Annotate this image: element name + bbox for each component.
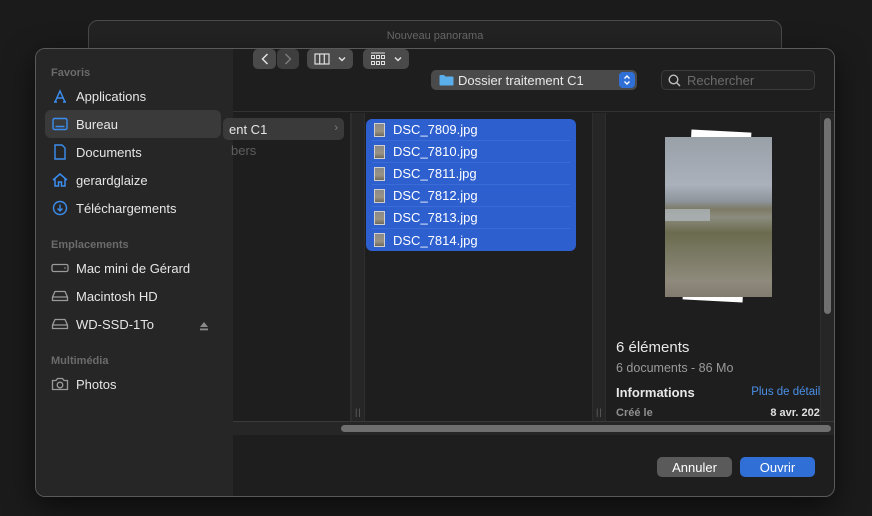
image-file-icon	[374, 166, 385, 181]
created-value: 8 avr. 2024	[770, 407, 826, 419]
sidebar-item-label: Téléchargements	[76, 200, 177, 216]
preview-pane: 6 éléments 6 documents - 86 Mo Informati…	[606, 113, 834, 421]
file-row[interactable]: DSC_7812.jpg	[372, 185, 570, 207]
vertical-scroll-thumb[interactable]	[824, 118, 831, 314]
chevron-right-icon: ›	[334, 122, 338, 134]
chevron-down-icon	[338, 56, 346, 62]
computer-icon	[51, 259, 69, 277]
image-file-icon	[374, 144, 385, 159]
sidebar-item-label: Bureau	[76, 116, 118, 132]
cancel-button[interactable]: Annuler	[657, 457, 732, 477]
path-popup-button[interactable]: Dossier traitement C1	[431, 70, 637, 90]
file-name: DSC_7809.jpg	[393, 122, 478, 137]
grid-group-icon	[371, 52, 385, 65]
sidebar-section-multimedia: Multimédia	[51, 355, 109, 367]
download-icon	[51, 199, 69, 217]
sidebar-item-label: WD-SSD-1To	[76, 316, 155, 332]
image-file-icon	[374, 188, 385, 203]
sidebar-item-applications[interactable]: Applications	[45, 82, 221, 110]
created-label: Créé le	[616, 407, 653, 419]
drive-icon	[51, 287, 69, 305]
search-input[interactable]	[687, 72, 807, 88]
sidebar-item-documents[interactable]: Documents	[45, 138, 221, 166]
drive-icon	[51, 315, 69, 333]
camera-icon	[51, 375, 69, 393]
background-window-title: Nouveau panorama	[386, 30, 484, 42]
eject-icon[interactable]	[199, 318, 209, 336]
back-button[interactable]	[253, 49, 276, 69]
sidebar-item-label: Macintosh HD	[76, 288, 158, 304]
image-file-icon	[374, 122, 385, 137]
preview-subtitle: 6 documents - 86 Mo	[616, 361, 734, 375]
preview-thumbnail-stack	[663, 129, 773, 303]
applications-icon	[51, 87, 69, 105]
sidebar-item-macintosh-hd[interactable]: Macintosh HD	[45, 282, 221, 310]
folder-row-label: ent C1	[229, 121, 268, 137]
file-name: DSC_7812.jpg	[393, 188, 478, 203]
file-name: DSC_7813.jpg	[393, 210, 478, 225]
chevron-right-icon	[284, 53, 292, 65]
sidebar-item-bureau[interactable]: Bureau	[45, 110, 221, 138]
preview-title: 6 éléments	[616, 339, 690, 356]
file-name: DSC_7814.jpg	[393, 232, 478, 248]
file-name: DSC_7810.jpg	[393, 144, 478, 159]
sidebar-item-label: Applications	[76, 88, 147, 104]
sidebar-item-mac-mini[interactable]: Mac mini de Gérard	[45, 254, 221, 282]
file-row[interactable]: DSC_7809.jpg	[372, 119, 570, 141]
horizontal-scrollbar[interactable]	[233, 421, 834, 435]
toolbar: Dossier traitement C1	[233, 49, 834, 112]
up-down-chevron-icon	[619, 72, 635, 88]
sidebar: Favoris Applications Bureau Documents ge…	[36, 49, 233, 496]
file-row[interactable]: DSC_7813.jpg	[372, 207, 570, 229]
sidebar-item-label: Documents	[76, 144, 142, 160]
sidebar-item-wd-ssd[interactable]: WD-SSD-1To	[45, 310, 221, 338]
sidebar-section-favoris: Favoris	[51, 67, 91, 79]
sidebar-item-label: Photos	[76, 376, 117, 392]
sidebar-item-label: gerardglaize	[76, 172, 148, 188]
home-icon	[51, 171, 69, 189]
chevron-left-icon	[260, 53, 268, 65]
column-parent: ent C1 › bers	[223, 113, 351, 421]
image-file-icon	[374, 210, 385, 225]
image-file-icon	[374, 233, 385, 247]
column-resize-handle[interactable]: ||	[592, 113, 606, 421]
desktop-icon	[51, 115, 69, 133]
open-file-dialog: Favoris Applications Bureau Documents ge…	[35, 48, 835, 497]
folder-row-selected[interactable]: ent C1 ›	[223, 118, 344, 140]
column-resize-handle[interactable]: ||	[351, 113, 365, 421]
file-list: DSC_7809.jpg DSC_7810.jpg DSC_7811.jpg D…	[366, 119, 576, 251]
document-icon	[51, 143, 69, 161]
chevron-down-icon	[394, 56, 402, 62]
more-details-link[interactable]: Plus de détails	[751, 386, 826, 398]
forward-button[interactable]	[277, 49, 299, 69]
horizontal-scroll-thumb[interactable]	[341, 425, 831, 432]
file-row[interactable]: DSC_7814.jpg	[372, 229, 570, 251]
grip-icon: ||	[355, 407, 362, 417]
sidebar-item-photos[interactable]: Photos	[45, 370, 221, 398]
path-label: Dossier traitement C1	[458, 72, 584, 88]
folder-row[interactable]: bers	[231, 143, 256, 158]
file-name: DSC_7811.jpg	[393, 166, 477, 181]
sidebar-section-emplacements: Emplacements	[51, 239, 129, 251]
file-row[interactable]: DSC_7811.jpg	[372, 163, 570, 185]
sidebar-item-downloads[interactable]: Téléchargements	[45, 194, 221, 222]
open-button[interactable]: Ouvrir	[740, 457, 815, 477]
info-heading: Informations	[616, 385, 695, 400]
column-browser: ent C1 › bers || DSC_7809.jpg DSC_7810.j…	[223, 113, 834, 421]
file-row[interactable]: DSC_7810.jpg	[372, 141, 570, 163]
search-field[interactable]	[661, 70, 815, 90]
group-button[interactable]	[363, 49, 409, 69]
sidebar-item-home[interactable]: gerardglaize	[45, 166, 221, 194]
column-files: DSC_7809.jpg DSC_7810.jpg DSC_7811.jpg D…	[366, 113, 592, 421]
folder-icon	[439, 74, 454, 86]
vertical-scrollbar[interactable]	[820, 113, 834, 421]
search-icon	[668, 73, 681, 87]
grip-icon: ||	[596, 407, 603, 417]
columns-view-icon	[314, 53, 330, 65]
sidebar-item-label: Mac mini de Gérard	[76, 260, 191, 276]
preview-thumbnail	[665, 137, 772, 297]
view-mode-button[interactable]	[307, 49, 353, 69]
